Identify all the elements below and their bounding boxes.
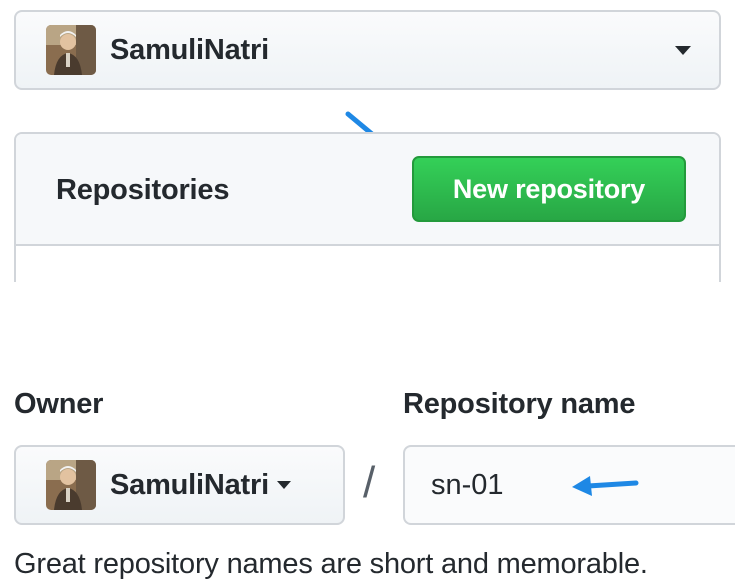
caret-down-icon [675, 45, 691, 55]
owner-name: SamuliNatri [110, 468, 269, 501]
repository-name-hint: Great repository names are short and mem… [14, 548, 648, 580]
repositories-panel-header: Repositories New repository [16, 134, 719, 246]
avatar [46, 460, 96, 510]
account-name: SamuliNatri [110, 33, 269, 66]
new-repository-button[interactable]: New repository [412, 156, 686, 222]
repository-name-input[interactable] [403, 445, 735, 525]
owner-label: Owner [14, 388, 104, 420]
repositories-panel: Repositories New repository [14, 132, 721, 282]
owner-repo-separator: / [363, 458, 376, 507]
account-switcher[interactable]: SamuliNatri [14, 10, 721, 90]
avatar [46, 25, 96, 75]
repositories-list [16, 246, 719, 282]
repository-name-label: Repository name [403, 388, 636, 420]
caret-down-icon [276, 481, 291, 489]
repositories-title: Repositories [56, 174, 230, 206]
owner-select[interactable]: SamuliNatri [14, 445, 345, 525]
